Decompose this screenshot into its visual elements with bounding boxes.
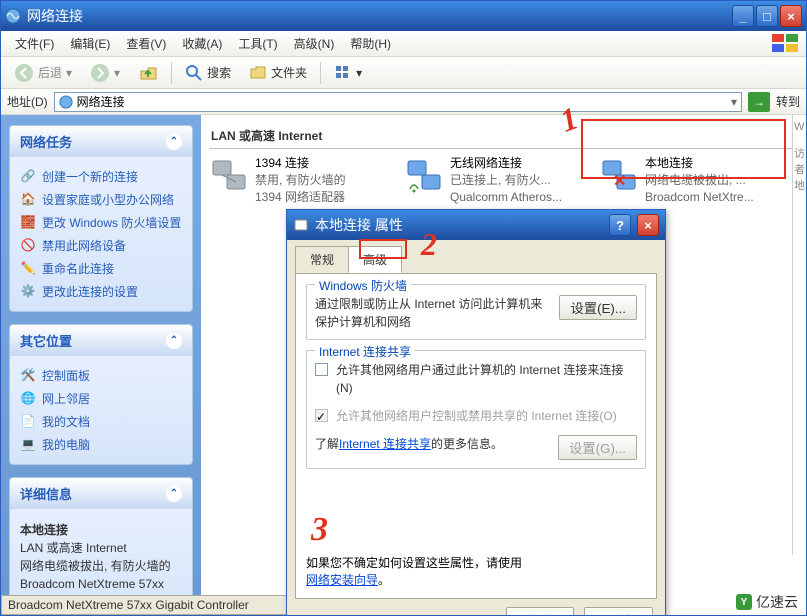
main-window: 网络连接 _ □ × 文件(F) 编辑(E) 查看(V) 收藏(A) 工具(T)…	[0, 0, 807, 616]
menu-tools[interactable]: 工具(T)	[230, 31, 285, 56]
annotation-box-2	[359, 239, 407, 259]
windows-flag-icon	[772, 34, 800, 54]
task-settings[interactable]: ⚙️更改此连接的设置	[20, 280, 182, 303]
menu-favorites[interactable]: 收藏(A)	[174, 31, 230, 56]
window-title: 网络连接	[27, 6, 732, 26]
network-icon	[209, 155, 249, 195]
annotation-3: 3	[311, 511, 328, 549]
ics-learn: 了解Internet 连接共享的更多信息。	[315, 435, 550, 453]
ics-control-label: 允许其他网络用户控制或禁用共享的 Internet 连接(O)	[336, 407, 637, 425]
ok-button[interactable]: 确定	[506, 607, 575, 616]
address-combo[interactable]: 网络连接 ▾	[54, 92, 742, 112]
up-button[interactable]	[131, 58, 165, 88]
dialog-close-button[interactable]: ×	[637, 214, 659, 236]
task-setup-home[interactable]: 🏠设置家庭或小型办公网络	[20, 188, 182, 211]
ics-allow-label: 允许其他网络用户通过此计算机的 Internet 连接来连接(N)	[336, 361, 637, 397]
folders-label: 文件夹	[271, 64, 307, 81]
connection-wireless[interactable]: 无线网络连接 已连接上, 有防火... Qualcomm Atheros...	[404, 155, 579, 205]
dialog-title: 本地连接 属性	[315, 215, 603, 235]
place-documents[interactable]: 📄我的文档	[20, 410, 182, 433]
minimize-button[interactable]: _	[732, 5, 754, 27]
wireless-icon	[404, 155, 444, 195]
ics-group: Internet 连接共享 允许其他网络用户通过此计算机的 Internet 连…	[306, 350, 646, 469]
dialog-help-button[interactable]: ?	[609, 214, 631, 236]
place-computer[interactable]: 💻我的电脑	[20, 433, 182, 456]
detail-name: 本地连接	[20, 521, 182, 539]
collapse-icon[interactable]: ⌃	[166, 486, 182, 502]
wizard-hint: 如果您不确定如何设置这些属性，请使用 网络安装向导。	[306, 554, 646, 588]
search-button[interactable]: 搜索	[178, 59, 238, 87]
detail-type: LAN 或高速 Internet	[20, 539, 182, 557]
connection-1394[interactable]: 1394 连接 禁用, 有防火墙的 1394 网络适配器	[209, 155, 384, 205]
properties-dialog: 本地连接 属性 ? × 常规 高级 Windows 防火墙 通过限制或防止从 I…	[286, 209, 666, 616]
tab-general[interactable]: 常规	[295, 246, 349, 273]
back-button[interactable]: 后退 ▾	[7, 58, 79, 88]
menu-help[interactable]: 帮助(H)	[342, 31, 399, 56]
menu-edit[interactable]: 编辑(E)	[62, 31, 118, 56]
firewall-text: 通过限制或防止从 Internet 访问此计算机来保护计算机和网络	[315, 295, 551, 331]
views-button[interactable]: ▾	[327, 59, 369, 87]
tasks-title: 网络任务	[20, 132, 72, 151]
firewall-settings-button[interactable]: 设置(E)...	[559, 295, 637, 320]
brand-text: 亿速云	[756, 592, 798, 612]
place-network[interactable]: 🌐网上邻居	[20, 387, 182, 410]
address-label: 地址(D)	[7, 93, 48, 110]
annotation-2: 2	[421, 226, 437, 263]
address-value: 网络连接	[77, 93, 125, 110]
network-wizard-link[interactable]: 网络安装向导	[306, 573, 378, 587]
task-rename[interactable]: ✏️重命名此连接	[20, 257, 182, 280]
details-title: 详细信息	[20, 484, 72, 503]
folders-button[interactable]: 文件夹	[242, 59, 314, 87]
sidebar: 网络任务 ⌃ 🔗创建一个新的连接 🏠设置家庭或小型办公网络 🧱更改 Window…	[1, 115, 201, 616]
search-label: 搜索	[207, 64, 231, 81]
menubar: 文件(F) 编辑(E) 查看(V) 收藏(A) 工具(T) 高级(N) 帮助(H…	[1, 31, 806, 57]
ics-allow-checkbox[interactable]	[315, 363, 328, 376]
other-title: 其它位置	[20, 331, 72, 350]
collapse-icon[interactable]: ⌃	[166, 134, 182, 150]
app-icon	[5, 8, 21, 24]
menu-file[interactable]: 文件(F)	[7, 31, 62, 56]
menu-view[interactable]: 查看(V)	[118, 31, 174, 56]
ics-control-checkbox: ✓	[315, 409, 328, 422]
toolbar: 后退 ▾ ▾ 搜索 文件夹 ▾	[1, 57, 806, 89]
firewall-group: Windows 防火墙 通过限制或防止从 Internet 访问此计算机来保护计…	[306, 284, 646, 340]
other-places-panel: 其它位置 ⌃ 🛠️控制面板 🌐网上邻居 📄我的文档 💻我的电脑	[9, 324, 193, 465]
task-new-connection[interactable]: 🔗创建一个新的连接	[20, 165, 182, 188]
close-button[interactable]: ×	[780, 5, 802, 27]
address-bar: 地址(D) 网络连接 ▾ → 转到	[1, 89, 806, 115]
task-disable[interactable]: 🚫禁用此网络设备	[20, 234, 182, 257]
brand-watermark: Y 亿速云	[736, 592, 798, 612]
ics-learn-link[interactable]: Internet 连接共享	[339, 437, 431, 451]
cancel-button[interactable]: 取消	[584, 607, 653, 616]
ics-settings-button: 设置(G)...	[558, 435, 637, 460]
go-label: 转到	[776, 93, 800, 110]
annotation-box-1	[581, 119, 786, 179]
brand-icon: Y	[736, 594, 752, 610]
menu-advanced[interactable]: 高级(N)	[286, 31, 343, 56]
back-label: 后退	[38, 64, 62, 81]
place-control-panel[interactable]: 🛠️控制面板	[20, 364, 182, 387]
dialog-titlebar: 本地连接 属性 ? ×	[287, 210, 665, 240]
titlebar: 网络连接 _ □ ×	[1, 1, 806, 31]
task-firewall[interactable]: 🧱更改 Windows 防火墙设置	[20, 211, 182, 234]
firewall-group-title: Windows 防火墙	[315, 277, 411, 294]
maximize-button[interactable]: □	[756, 5, 778, 27]
network-tasks-panel: 网络任务 ⌃ 🔗创建一个新的连接 🏠设置家庭或小型办公网络 🧱更改 Window…	[9, 125, 193, 312]
collapse-icon[interactable]: ⌃	[166, 333, 182, 349]
ics-group-title: Internet 连接共享	[315, 343, 415, 360]
go-button[interactable]: →	[748, 92, 770, 112]
right-cutoff: W访者地	[792, 115, 806, 555]
tab-panel-advanced: Windows 防火墙 通过限制或防止从 Internet 访问此计算机来保护计…	[295, 273, 657, 599]
detail-status: 网络电缆被拔出, 有防火墙的	[20, 557, 182, 575]
forward-button[interactable]: ▾	[83, 58, 127, 88]
